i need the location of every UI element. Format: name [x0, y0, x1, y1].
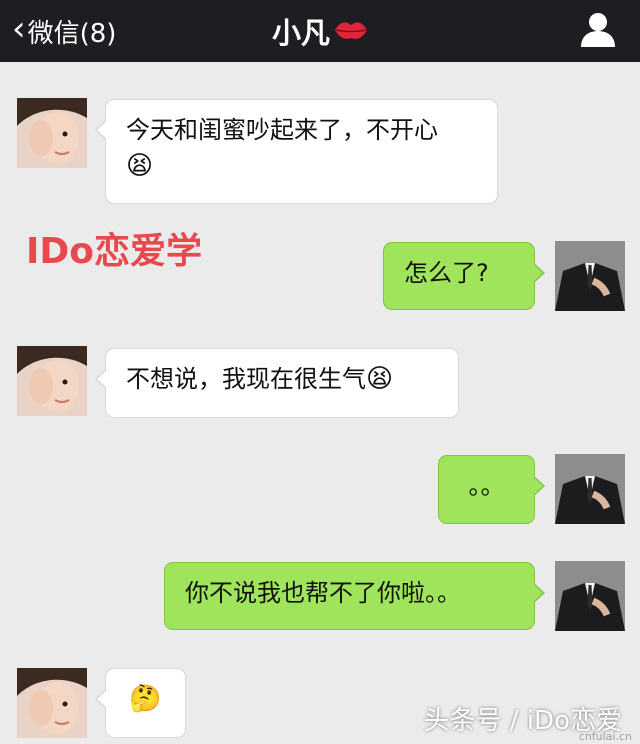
brand-watermark: IDo恋爱学 [26, 231, 203, 272]
tired-face-emoji-icon: 😫 [366, 364, 394, 394]
my-avatar[interactable] [555, 454, 625, 524]
girl-avatar-image [17, 346, 87, 416]
message-text: 。。 [468, 472, 505, 500]
man-avatar-image [555, 561, 625, 631]
my-avatar[interactable] [555, 241, 625, 311]
tired-face-emoji-icon: 😫 [126, 151, 154, 181]
message-bubble-incoming[interactable]: 不想说，我现在很生气😫 [95, 348, 459, 418]
message-text: 你不说我也帮不了你啦。。 [185, 579, 461, 607]
back-label: 微信(8) [27, 18, 117, 49]
site-watermark: cnfulai.cn [578, 730, 632, 743]
chevron-left-icon: ‹ [12, 9, 26, 49]
message-bubble-outgoing[interactable]: 你不说我也帮不了你啦。。 [164, 562, 545, 630]
contact-avatar[interactable] [17, 346, 87, 416]
message-bubble-incoming[interactable]: 今天和闺蜜吵起来了，不开心 😫 [95, 99, 498, 204]
message-text: 不想说，我现在很生气 [126, 365, 366, 393]
top-bar: ‹ 微信(8) 小凡 [0, 0, 640, 62]
thinking-face-emoji-icon: 🤔 [129, 684, 162, 714]
message-bubble-incoming[interactable]: 🤔 [95, 668, 186, 738]
man-avatar-image [555, 454, 625, 524]
message-bubble-outgoing[interactable]: 。。 [438, 455, 545, 524]
contact-avatar[interactable] [17, 98, 87, 168]
contact-avatar[interactable] [17, 668, 87, 738]
contact-profile-button[interactable] [578, 9, 618, 49]
back-button[interactable]: ‹ 微信(8) [12, 8, 116, 54]
message-text: 今天和闺蜜吵起来了，不开心 [126, 116, 438, 144]
man-avatar-image [555, 241, 625, 311]
my-avatar[interactable] [555, 561, 625, 631]
message-bubble-outgoing[interactable]: 怎么了? [383, 242, 545, 310]
girl-avatar-image [17, 98, 87, 168]
girl-avatar-image [17, 668, 87, 738]
chat-title-text: 小凡 [271, 16, 330, 50]
person-icon [581, 13, 615, 47]
lips-kiss-icon [334, 15, 368, 48]
message-text: 怎么了? [404, 259, 489, 287]
